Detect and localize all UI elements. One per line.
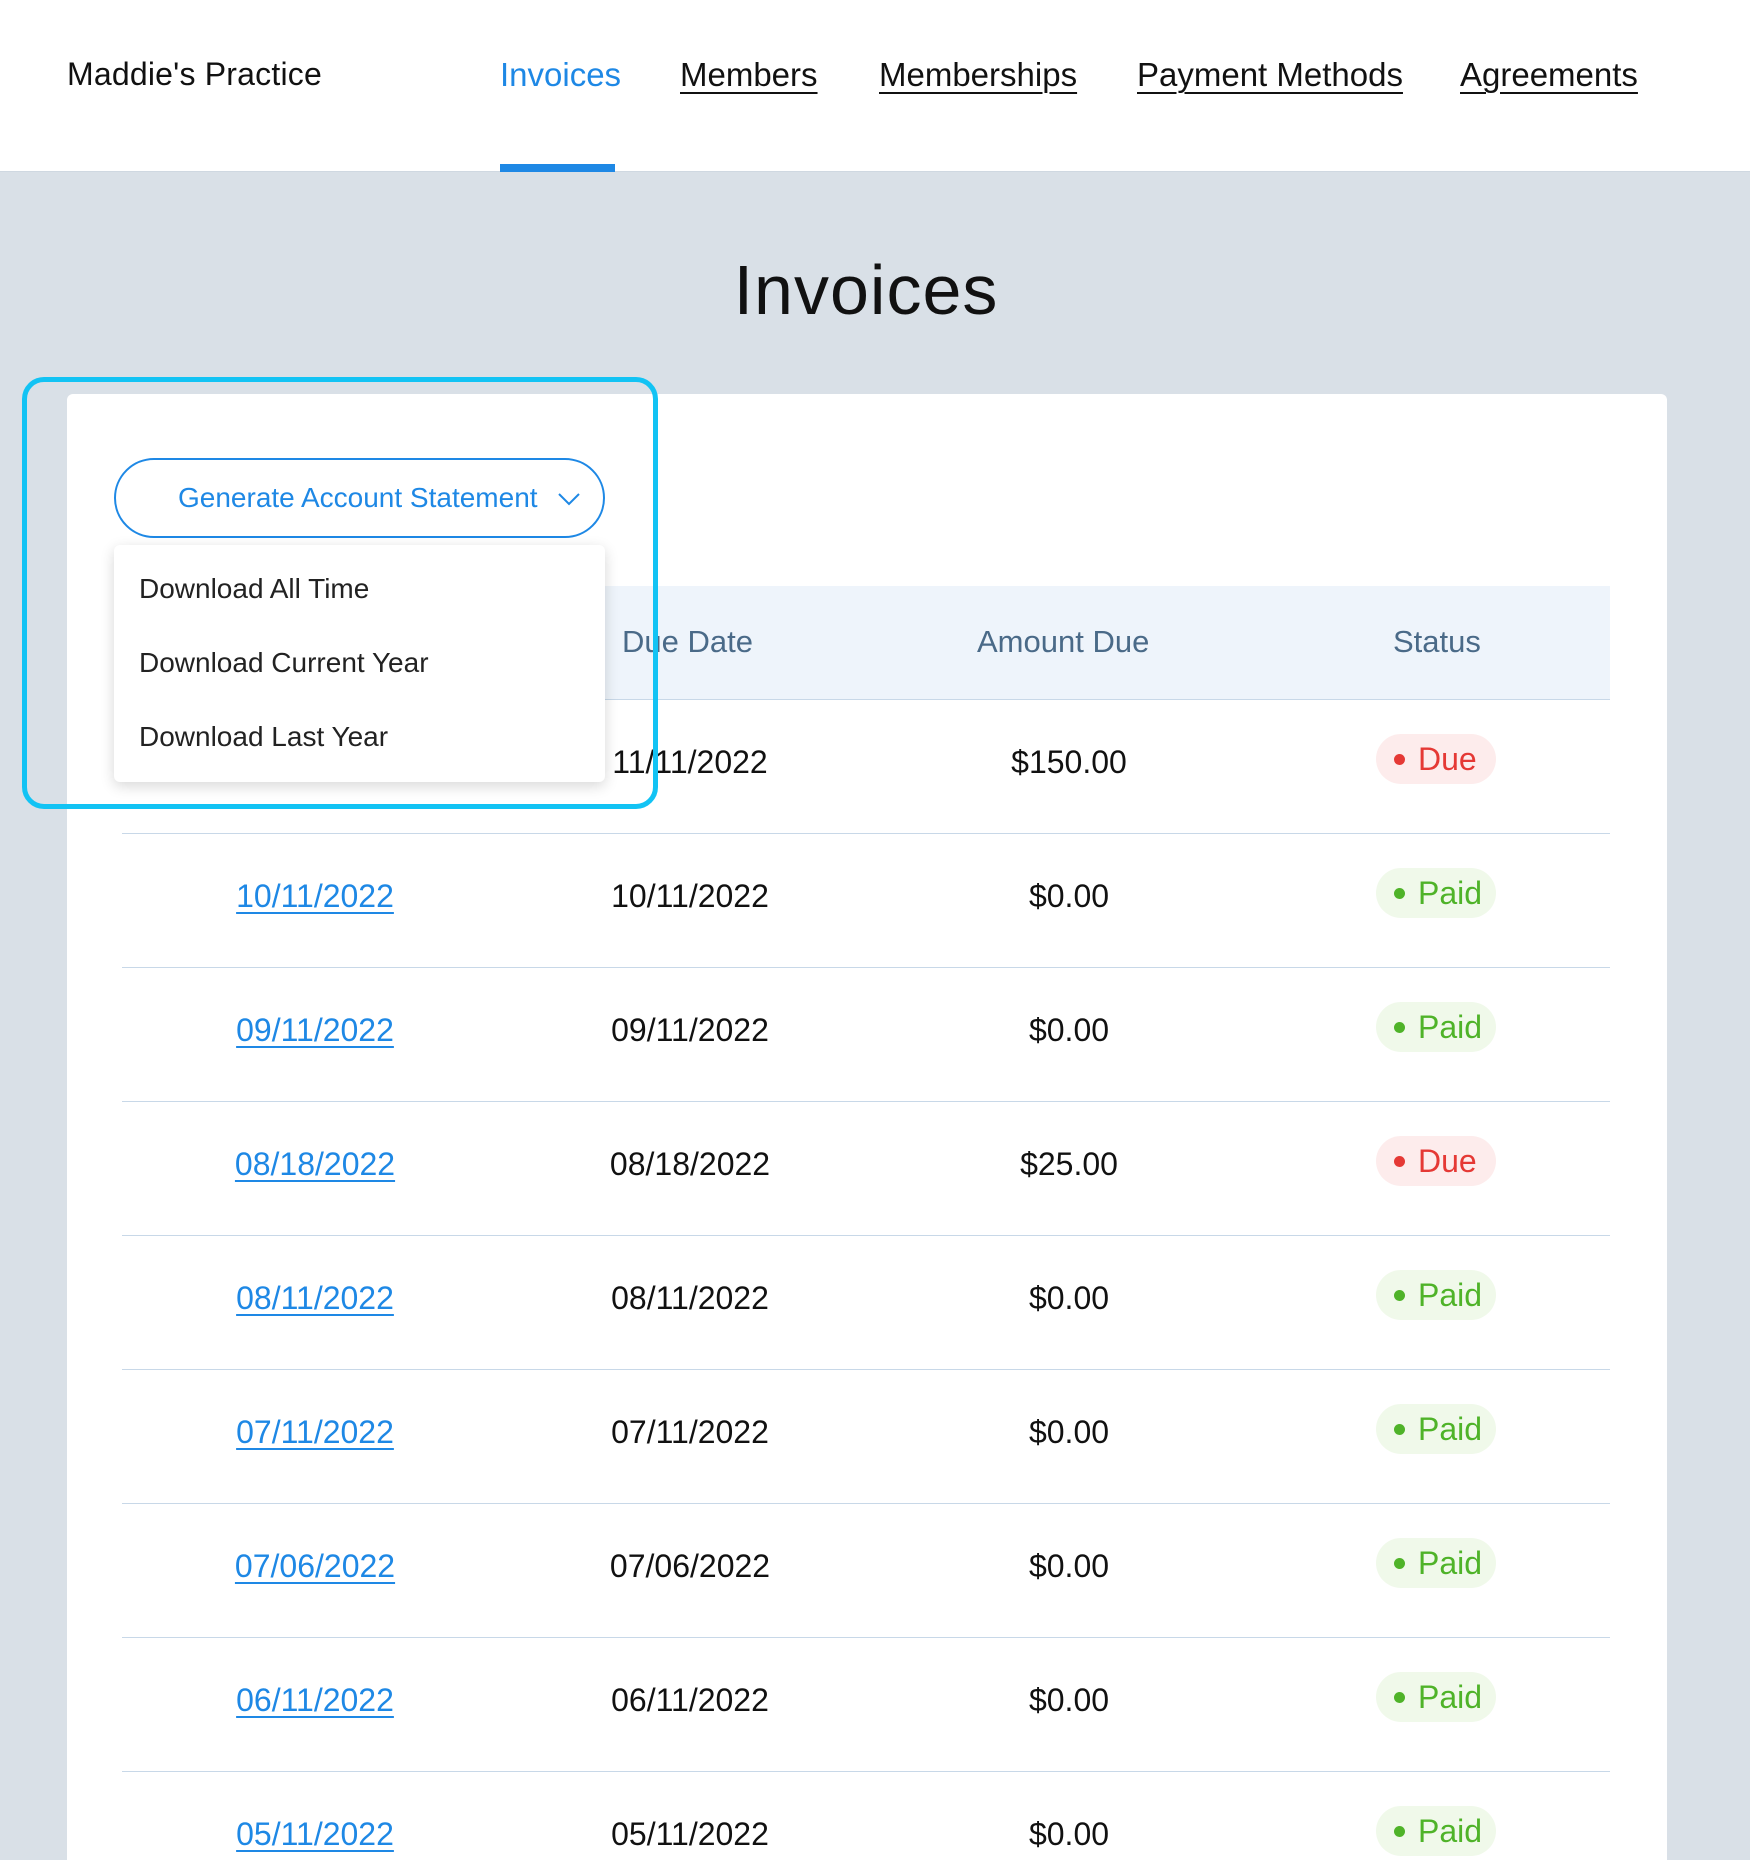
practice-name: Maddie's Practice [67,56,322,92]
amount-due-cell: $0.00 [1028,1816,1110,1852]
table-row: 09/11/2022 09/11/2022 $0.00 Paid [122,968,1610,1102]
invoice-date-link[interactable]: 08/11/2022 [236,1280,394,1317]
status-badge: Paid [1376,1404,1496,1454]
amount-due-cell: $0.00 [1028,1548,1110,1584]
status-dot-icon [1394,1826,1405,1837]
status-badge: Due [1376,734,1496,784]
status-text: Paid [1418,1009,1483,1045]
table-row: 07/06/2022 07/06/2022 $0.00 Paid [122,1504,1610,1638]
status-text: Due [1418,741,1477,777]
status-text: Due [1418,1143,1477,1179]
amount-due-cell: $0.00 [1028,878,1110,914]
amount-due-cell: $0.00 [1028,1414,1110,1450]
status-dot-icon [1394,888,1405,899]
status-badge: Paid [1376,1002,1496,1052]
amount-due-cell: $150.00 [1011,744,1127,780]
due-date-cell: 06/11/2022 [611,1682,769,1718]
table-row: 07/11/2022 07/11/2022 $0.00 Paid [122,1370,1610,1504]
table-row: 06/11/2022 06/11/2022 $0.00 Paid [122,1638,1610,1772]
due-date-cell: 10/11/2022 [611,878,769,914]
table-row: 05/11/2022 05/11/2022 $0.00 Paid [122,1772,1610,1860]
menu-download-all-time[interactable]: Download All Time [114,552,605,626]
amount-due-cell: $25.00 [1020,1146,1118,1182]
menu-download-last-year[interactable]: Download Last Year [114,700,605,774]
invoice-date-link[interactable]: 10/11/2022 [236,878,394,915]
status-badge: Due [1376,1136,1496,1186]
status-badge: Paid [1376,1806,1496,1856]
status-badge: Paid [1376,868,1496,918]
generate-account-statement-label: Generate Account Statement [178,482,538,513]
active-tab-indicator [500,164,615,172]
due-date-cell: 09/11/2022 [611,1012,769,1048]
status-dot-icon [1394,1692,1405,1703]
invoice-date-link[interactable]: 07/06/2022 [235,1548,395,1585]
due-date-cell: 08/11/2022 [611,1280,769,1316]
amount-due-cell: $0.00 [1028,1280,1110,1316]
status-text: Paid [1418,1813,1483,1849]
top-navigation: Maddie's Practice Invoices Members Membe… [0,0,1750,172]
invoice-date-link[interactable]: 05/11/2022 [236,1816,394,1853]
due-date-cell: 08/18/2022 [609,1146,771,1182]
page-title: Invoices [733,251,999,329]
column-due-date: Due Date [622,624,753,659]
status-text: Paid [1418,1679,1483,1715]
statement-dropdown-menu: Download All Time Download Current Year … [114,545,605,782]
due-date-cell: 07/11/2022 [611,1414,769,1450]
status-text: Paid [1418,1545,1483,1581]
amount-due-cell: $0.00 [1028,1682,1110,1718]
due-date-cell: 11/11/2022 [612,744,768,780]
nav-memberships[interactable]: Memberships [879,56,1077,94]
due-date-cell: 05/11/2022 [611,1816,769,1852]
column-status: Status [1393,624,1481,659]
table-row: 08/18/2022 08/18/2022 $25.00 Due [122,1102,1610,1236]
status-text: Paid [1418,875,1483,911]
status-badge: Paid [1376,1672,1496,1722]
generate-account-statement-button[interactable]: Generate Account Statement [114,458,605,538]
status-dot-icon [1394,754,1405,765]
status-text: Paid [1418,1277,1483,1313]
table-row: 10/11/2022 10/11/2022 $0.00 Paid [122,834,1610,968]
table-row: 08/11/2022 08/11/2022 $0.00 Paid [122,1236,1610,1370]
status-text: Paid [1418,1411,1483,1447]
invoice-date-link[interactable]: 06/11/2022 [236,1682,394,1719]
invoice-date-link[interactable]: 09/11/2022 [236,1012,394,1049]
invoice-date-link[interactable]: 08/18/2022 [235,1146,395,1183]
invoice-date-link[interactable]: 07/11/2022 [236,1414,394,1451]
due-date-cell: 07/06/2022 [609,1548,771,1584]
chevron-down-icon [558,493,580,506]
nav-payment-methods[interactable]: Payment Methods [1137,56,1403,94]
status-dot-icon [1394,1290,1405,1301]
status-dot-icon [1394,1022,1405,1033]
status-dot-icon [1394,1424,1405,1435]
nav-invoices[interactable]: Invoices [500,56,621,94]
nav-members[interactable]: Members [680,56,818,94]
column-amount-due: Amount Due [977,624,1150,659]
status-dot-icon [1394,1156,1405,1167]
amount-due-cell: $0.00 [1028,1012,1110,1048]
status-dot-icon [1394,1558,1405,1569]
invoices-page: Maddie's Practice Invoices Members Membe… [0,0,1750,1860]
menu-download-current-year[interactable]: Download Current Year [114,626,605,700]
status-badge: Paid [1376,1270,1496,1320]
nav-agreements[interactable]: Agreements [1460,56,1638,94]
status-badge: Paid [1376,1538,1496,1588]
